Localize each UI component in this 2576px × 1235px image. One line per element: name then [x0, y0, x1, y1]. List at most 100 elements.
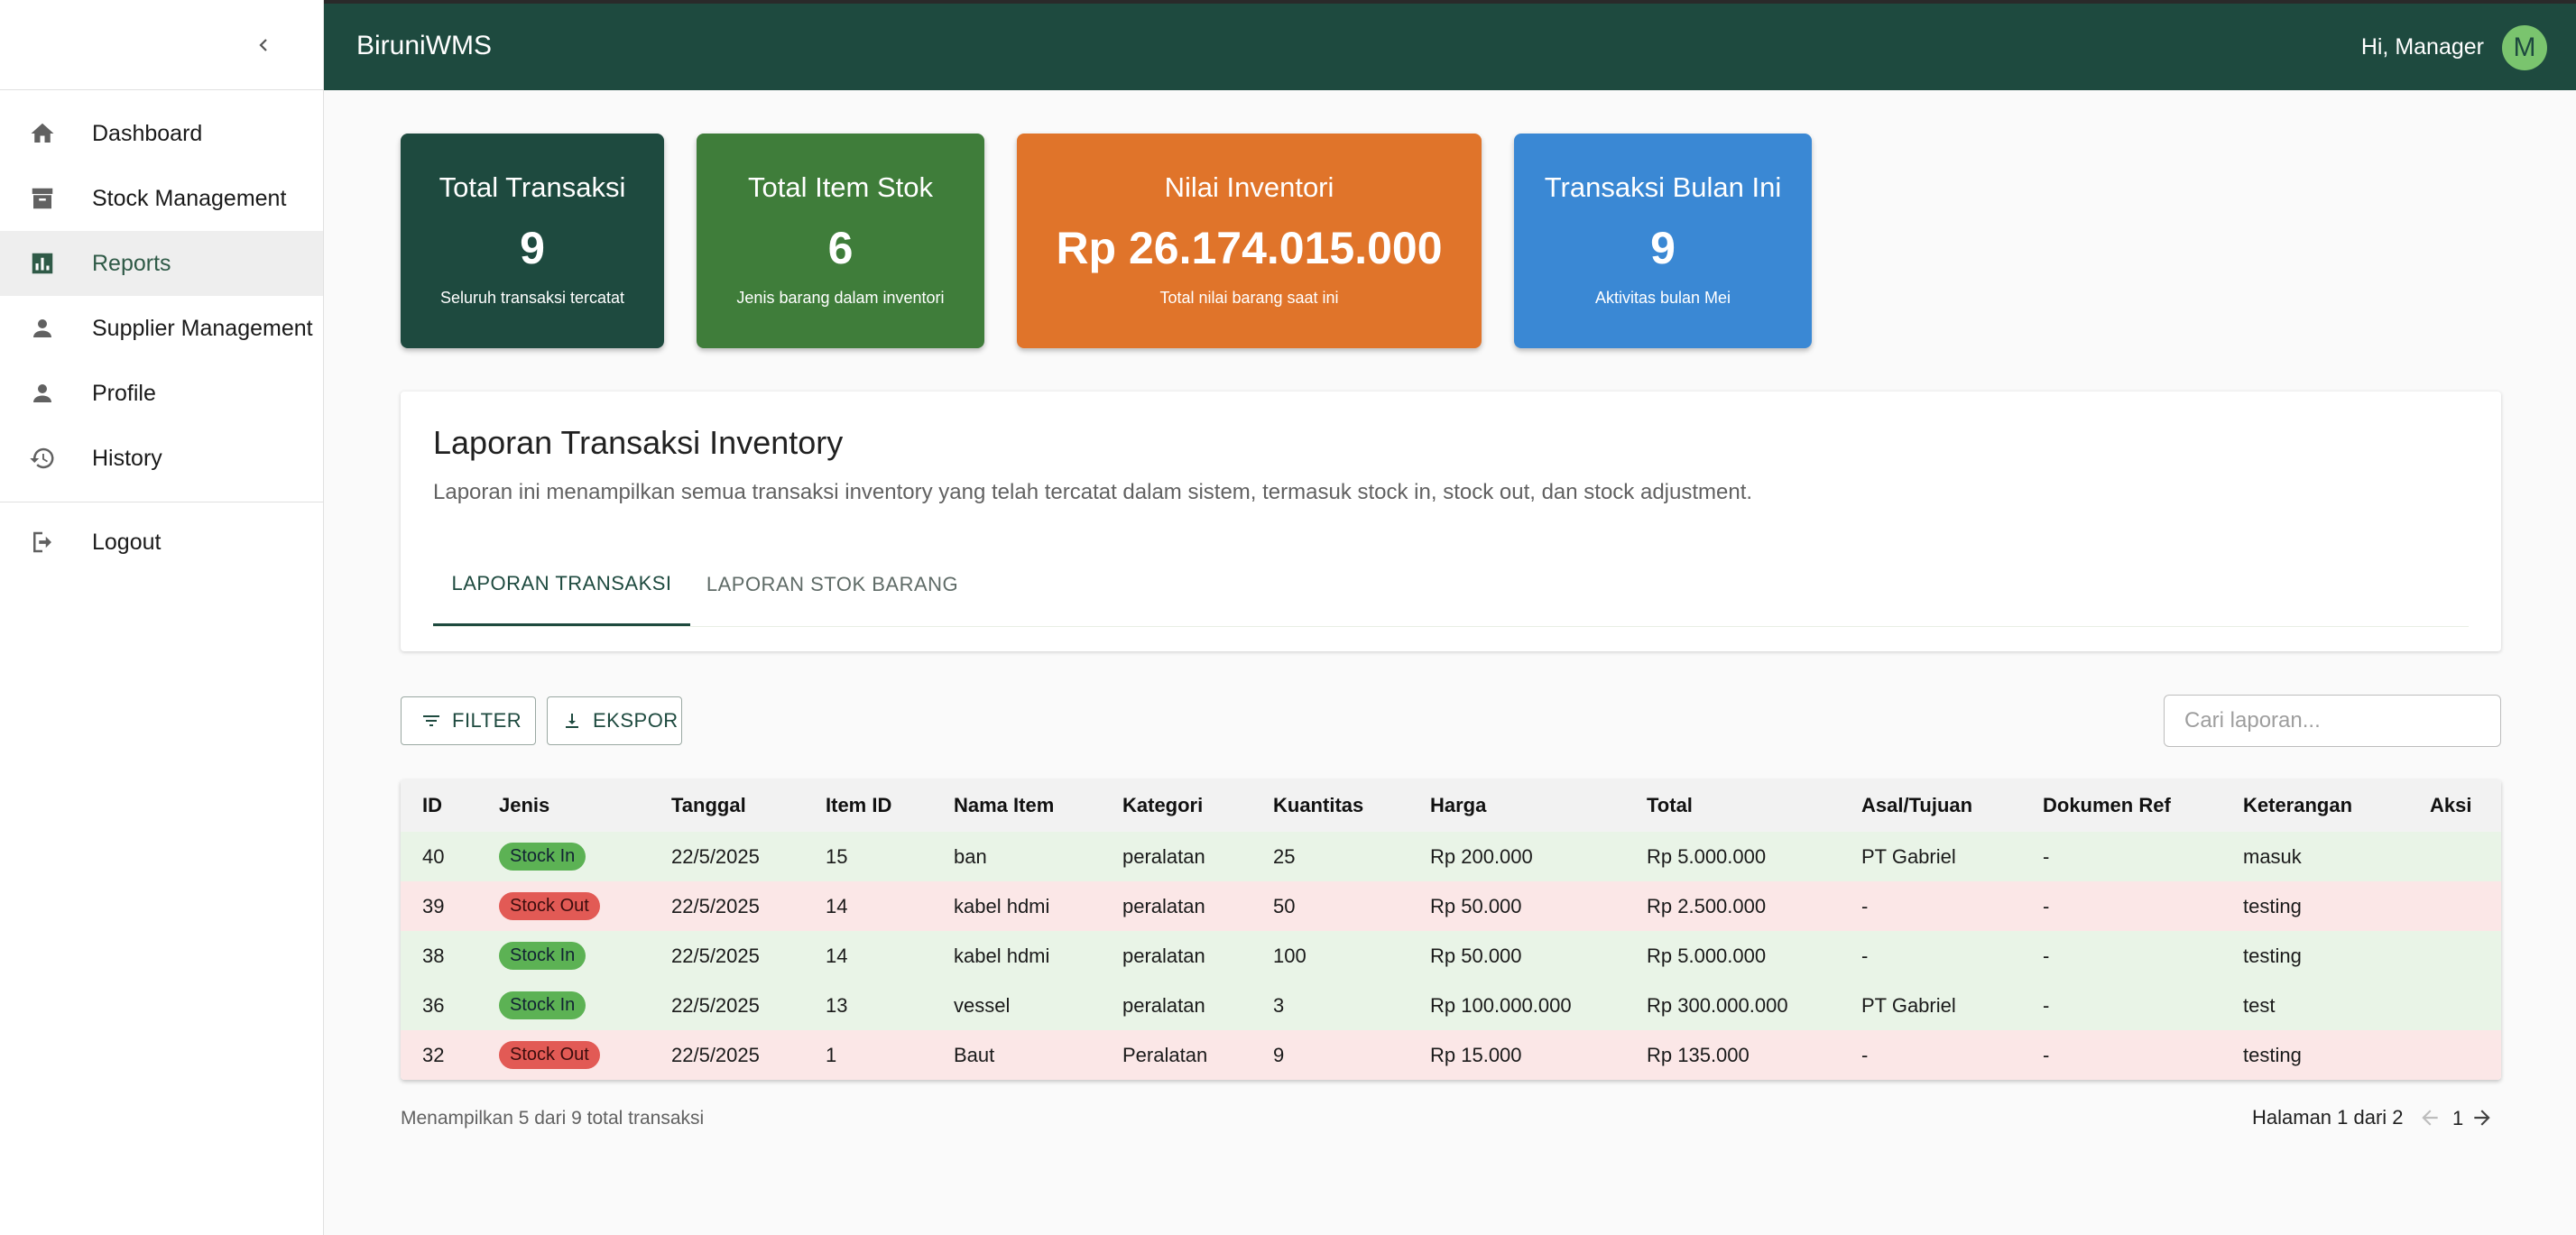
cell-keterangan: test	[2221, 981, 2408, 1030]
cell-asal-tujuan: -	[1840, 931, 2021, 981]
cell-keterangan: testing	[2221, 1030, 2408, 1080]
sidebar-item-label: History	[92, 445, 162, 471]
cell-aksi	[2408, 832, 2501, 881]
sidebar-item-label: Profile	[92, 380, 156, 406]
cell-id: 32	[401, 1030, 477, 1080]
cell-tanggal: 22/5/2025	[650, 1030, 804, 1080]
cell-jenis: Stock In	[477, 931, 650, 981]
card-title: Nilai Inventori	[1164, 171, 1334, 203]
current-page-number: 1	[2452, 1107, 2464, 1129]
cell-harga: Rp 50.000	[1408, 881, 1625, 931]
arrow-left-icon[interactable]	[2418, 1106, 2442, 1129]
cell-id: 38	[401, 931, 477, 981]
stat-card-transaksi-bulan-ini: Transaksi Bulan Ini 9 Aktivitas bulan Me…	[1514, 134, 1812, 348]
app-title: BiruniWMS	[356, 31, 493, 60]
sidebar-item-supplier-management[interactable]: Supplier Management	[0, 296, 323, 361]
table-row[interactable]: 32 Stock Out 22/5/2025 1 Baut Peralatan …	[401, 1030, 2501, 1080]
sidebar-nav: Dashboard Stock Management Reports Suppl…	[0, 90, 323, 491]
sidebar-item-label: Reports	[92, 250, 171, 276]
card-value: 9	[1650, 223, 1676, 273]
search-input[interactable]	[2164, 695, 2501, 747]
cell-asal-tujuan: PT Gabriel	[1840, 832, 2021, 881]
cell-jenis: Stock In	[477, 981, 650, 1030]
cell-kategori: peralatan	[1101, 832, 1251, 881]
table-row[interactable]: 39 Stock Out 22/5/2025 14 kabel hdmi per…	[401, 881, 2501, 931]
cell-total: Rp 2.500.000	[1625, 881, 1840, 931]
sidebar-item-label: Supplier Management	[92, 315, 313, 341]
cell-id: 36	[401, 981, 477, 1030]
cell-jenis: Stock In	[477, 832, 650, 881]
export-button-label: EKSPOR	[593, 709, 679, 732]
cell-total: Rp 135.000	[1625, 1030, 1840, 1080]
cell-jenis: Stock Out	[477, 881, 650, 931]
archive-icon	[29, 185, 56, 212]
column-header: Total	[1625, 779, 1840, 832]
status-badge: Stock Out	[499, 892, 600, 920]
cell-jenis: Stock Out	[477, 1030, 650, 1080]
cell-id: 39	[401, 881, 477, 931]
column-header: Jenis	[477, 779, 650, 832]
sidebar-item-label: Stock Management	[92, 185, 287, 211]
download-icon	[560, 709, 584, 733]
card-subtitle: Jenis barang dalam inventori	[736, 289, 945, 307]
page-title: Laporan Transaksi Inventory	[433, 424, 844, 461]
cell-dokumen-ref: -	[2021, 832, 2221, 881]
cell-tanggal: 22/5/2025	[650, 881, 804, 931]
filter-button-label: FILTER	[452, 709, 522, 732]
cell-kuantitas: 100	[1251, 931, 1408, 981]
column-header: Harga	[1408, 779, 1625, 832]
card-value: 9	[520, 223, 545, 273]
cell-asal-tujuan: -	[1840, 881, 2021, 931]
home-icon	[29, 120, 56, 147]
chevron-left-icon[interactable]	[253, 31, 274, 60]
report-tabs: LAPORAN TRANSAKSI LAPORAN STOK BARANG	[433, 543, 2469, 627]
cell-kuantitas: 9	[1251, 1030, 1408, 1080]
status-badge: Stock In	[499, 843, 586, 871]
card-subtitle: Seluruh transaksi tercatat	[439, 289, 625, 307]
cell-harga: Rp 200.000	[1408, 832, 1625, 881]
history-icon	[29, 445, 56, 472]
cell-aksi	[2408, 981, 2501, 1030]
sidebar-item-reports[interactable]: Reports	[0, 231, 323, 296]
table-row[interactable]: 38 Stock In 22/5/2025 14 kabel hdmi pera…	[401, 931, 2501, 981]
tab-laporan-stok-barang[interactable]: LAPORAN STOK BARANG	[690, 543, 974, 626]
sidebar-item-profile[interactable]: Profile	[0, 361, 323, 426]
filter-button[interactable]: FILTER	[401, 696, 536, 745]
cell-harga: Rp 100.000.000	[1408, 981, 1625, 1030]
export-button[interactable]: EKSPOR	[547, 696, 682, 745]
tab-laporan-transaksi[interactable]: LAPORAN TRANSAKSI	[433, 543, 690, 626]
table-row[interactable]: 36 Stock In 22/5/2025 13 vessel peralata…	[401, 981, 2501, 1030]
cell-dokumen-ref: -	[2021, 981, 2221, 1030]
sidebar-item-stock-management[interactable]: Stock Management	[0, 166, 323, 231]
person-icon	[29, 315, 56, 342]
sidebar-item-logout[interactable]: Logout	[0, 510, 323, 575]
cell-nama-item: kabel hdmi	[932, 881, 1101, 931]
cell-item-id: 13	[804, 981, 932, 1030]
sidebar-header	[0, 0, 323, 90]
cell-harga: Rp 15.000	[1408, 1030, 1625, 1080]
avatar[interactable]: M	[2502, 25, 2547, 70]
status-badge: Stock In	[499, 942, 586, 970]
cell-nama-item: ban	[932, 832, 1101, 881]
column-header: Keterangan	[2221, 779, 2408, 832]
sidebar-item-dashboard[interactable]: Dashboard	[0, 101, 323, 166]
report-panel: Laporan Transaksi Inventory Laporan ini …	[401, 392, 2501, 651]
cell-id: 40	[401, 832, 477, 881]
cell-nama-item: Baut	[932, 1030, 1101, 1080]
cell-dokumen-ref: -	[2021, 1030, 2221, 1080]
cell-item-id: 14	[804, 881, 932, 931]
logout-icon	[29, 529, 56, 556]
sidebar-item-history[interactable]: History	[0, 426, 323, 491]
cell-tanggal: 22/5/2025	[650, 832, 804, 881]
cell-item-id: 1	[804, 1030, 932, 1080]
table-row[interactable]: 40 Stock In 22/5/2025 15 ban peralatan 2…	[401, 832, 2501, 881]
arrow-right-icon[interactable]	[2470, 1106, 2494, 1129]
column-header: Item ID	[804, 779, 932, 832]
cell-kuantitas: 3	[1251, 981, 1408, 1030]
cell-aksi	[2408, 881, 2501, 931]
bar-chart-icon	[29, 250, 56, 277]
cell-kategori: peralatan	[1101, 881, 1251, 931]
status-badge: Stock In	[499, 991, 586, 1019]
cell-aksi	[2408, 1030, 2501, 1080]
cell-nama-item: vessel	[932, 981, 1101, 1030]
